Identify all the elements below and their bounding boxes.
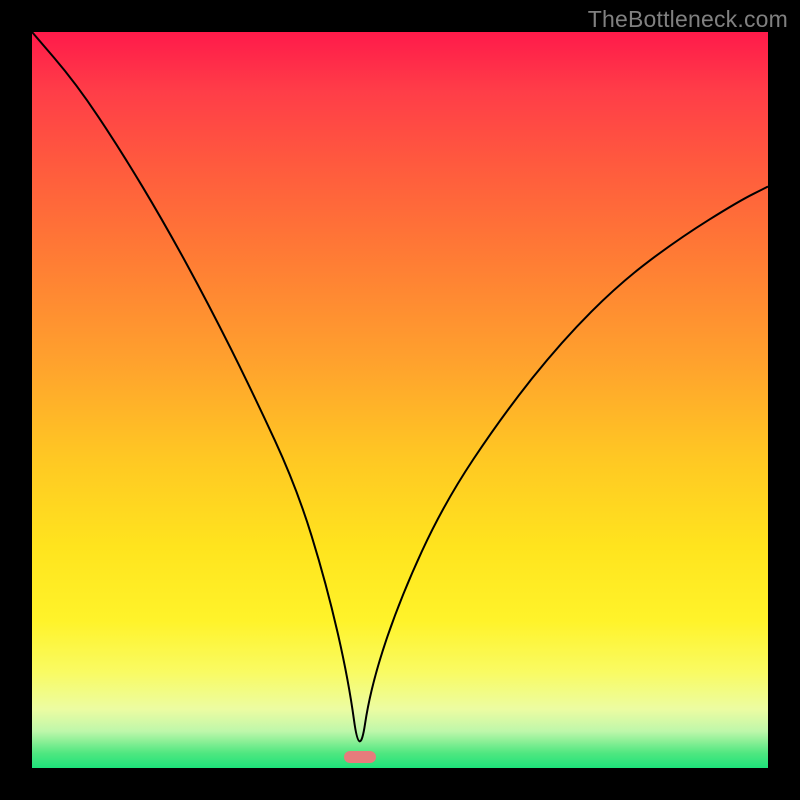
curve-svg	[32, 32, 768, 768]
watermark-text: TheBottleneck.com	[588, 6, 788, 33]
optimal-point-marker	[344, 751, 376, 763]
bottleneck-curve-path	[32, 32, 768, 741]
plot-area	[32, 32, 768, 768]
chart-frame: TheBottleneck.com	[0, 0, 800, 800]
